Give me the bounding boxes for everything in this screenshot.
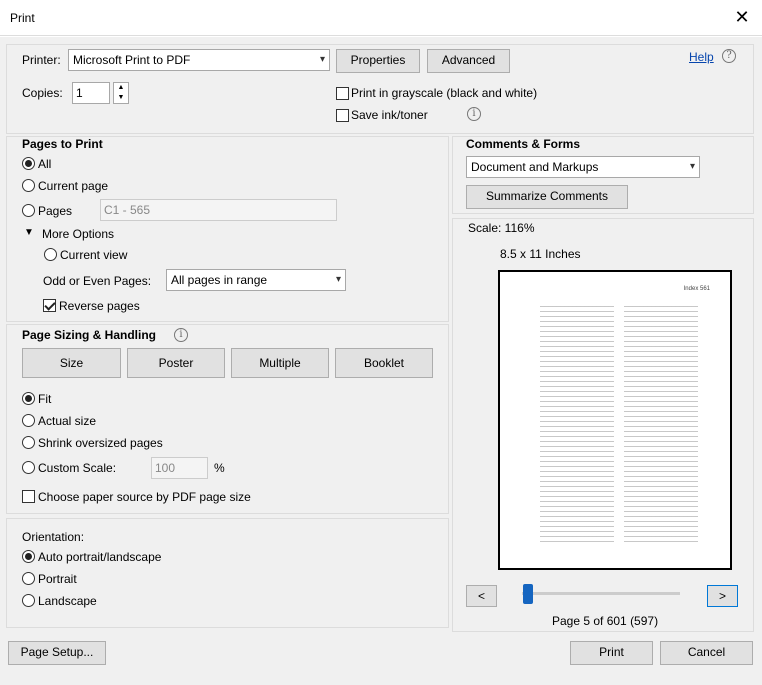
window-title: Print: [10, 11, 35, 25]
portrait-radio[interactable]: [22, 572, 35, 585]
chevron-down-icon: ▾: [689, 161, 695, 172]
pages-radio[interactable]: [22, 204, 35, 217]
page-slider-thumb[interactable]: [523, 584, 534, 604]
multiple-button[interactable]: Multiple: [231, 348, 329, 378]
preview-text-column-left: [540, 304, 614, 544]
triangle-down-icon[interactable]: ▼: [24, 227, 34, 238]
info-icon[interactable]: i: [467, 107, 481, 121]
paper-size-label: 8.5 x 11 Inches: [500, 247, 581, 261]
reverse-pages-label: Reverse pages: [59, 299, 140, 313]
shrink-oversized-label: Shrink oversized pages: [38, 436, 163, 450]
odd-even-value: All pages in range: [171, 273, 268, 287]
summarize-comments-button[interactable]: Summarize Comments: [466, 185, 628, 209]
paper-source-checkbox[interactable]: [22, 490, 35, 503]
custom-scale-input[interactable]: 100: [151, 457, 208, 479]
pages-to-print-heading: Pages to Print: [22, 137, 103, 151]
scale-label: Scale: 116%: [468, 221, 535, 235]
landscape-radio[interactable]: [22, 594, 35, 607]
reverse-pages-checkbox[interactable]: [43, 299, 56, 312]
title-bar: Print ✕: [0, 0, 762, 36]
current-view-radio[interactable]: [44, 248, 57, 261]
copies-input[interactable]: 1: [72, 82, 110, 104]
auto-orientation-radio[interactable]: [22, 550, 35, 563]
actual-size-radio[interactable]: [22, 414, 35, 427]
printer-label: Printer:: [22, 53, 61, 67]
copies-stepper[interactable]: ▲ ▼: [113, 82, 129, 104]
save-ink-label: Save ink/toner: [351, 108, 428, 122]
all-pages-radio[interactable]: [22, 157, 35, 170]
save-ink-checkbox[interactable]: [336, 109, 349, 122]
page-slider-track[interactable]: [522, 592, 680, 595]
help-link[interactable]: Help: [689, 50, 714, 64]
properties-button[interactable]: Properties: [336, 49, 420, 73]
booklet-button[interactable]: Booklet: [335, 348, 433, 378]
next-page-button[interactable]: >: [707, 585, 738, 607]
pages-label: Pages: [38, 204, 73, 218]
pages-range-input[interactable]: C1 - 565: [100, 199, 337, 221]
size-button[interactable]: Size: [22, 348, 121, 378]
close-icon[interactable]: ✕: [732, 6, 752, 28]
copies-label: Copies:: [22, 86, 63, 100]
info-icon[interactable]: i: [174, 328, 188, 342]
print-button[interactable]: Print: [570, 641, 653, 665]
page-status: Page 5 of 601 (597): [552, 614, 659, 628]
landscape-label: Landscape: [38, 594, 97, 608]
advanced-button[interactable]: Advanced: [427, 49, 510, 73]
custom-scale-label: Custom Scale:: [38, 461, 117, 475]
custom-scale-radio[interactable]: [22, 461, 35, 474]
current-page-radio[interactable]: [22, 179, 35, 192]
preview-text-column-right: [624, 304, 698, 544]
paper-source-label: Choose paper source by PDF page size: [38, 490, 251, 504]
more-options-label[interactable]: More Options: [42, 227, 114, 241]
page-sizing-heading: Page Sizing & Handling: [22, 328, 157, 342]
grayscale-checkbox[interactable]: [336, 87, 349, 100]
orientation-heading: Orientation:: [22, 530, 85, 544]
odd-even-select[interactable]: All pages in range ▾: [166, 269, 346, 291]
fit-radio[interactable]: [22, 392, 35, 405]
shrink-oversized-radio[interactable]: [22, 436, 35, 449]
grayscale-label: Print in grayscale (black and white): [351, 86, 538, 100]
comments-select[interactable]: Document and Markups ▾: [466, 156, 700, 178]
portrait-label: Portrait: [38, 572, 77, 586]
all-pages-label: All: [38, 157, 52, 171]
printer-value: Microsoft Print to PDF: [73, 53, 191, 67]
preview-page: Index 561: [498, 270, 732, 570]
comments-value: Document and Markups: [471, 160, 599, 174]
prev-page-button[interactable]: <: [466, 585, 497, 607]
poster-button[interactable]: Poster: [127, 348, 225, 378]
page-setup-button[interactable]: Page Setup...: [8, 641, 106, 665]
help-question-icon[interactable]: ?: [722, 49, 736, 63]
chevron-down-icon: ▾: [335, 274, 341, 285]
stepper-down-icon[interactable]: ▼: [114, 93, 128, 103]
printer-select[interactable]: Microsoft Print to PDF ▾: [68, 49, 330, 71]
chevron-down-icon: ▾: [319, 54, 325, 65]
cancel-button[interactable]: Cancel: [660, 641, 753, 665]
fit-label: Fit: [38, 392, 52, 406]
current-view-label: Current view: [60, 248, 128, 262]
stepper-up-icon[interactable]: ▲: [114, 83, 128, 93]
actual-size-label: Actual size: [38, 414, 97, 428]
current-page-label: Current page: [38, 179, 109, 193]
preview-page-header: Index 561: [683, 286, 710, 292]
percent-label: %: [214, 461, 225, 475]
comments-heading: Comments & Forms: [466, 137, 581, 151]
auto-orientation-label: Auto portrait/landscape: [38, 550, 162, 564]
odd-even-label: Odd or Even Pages:: [43, 274, 152, 288]
